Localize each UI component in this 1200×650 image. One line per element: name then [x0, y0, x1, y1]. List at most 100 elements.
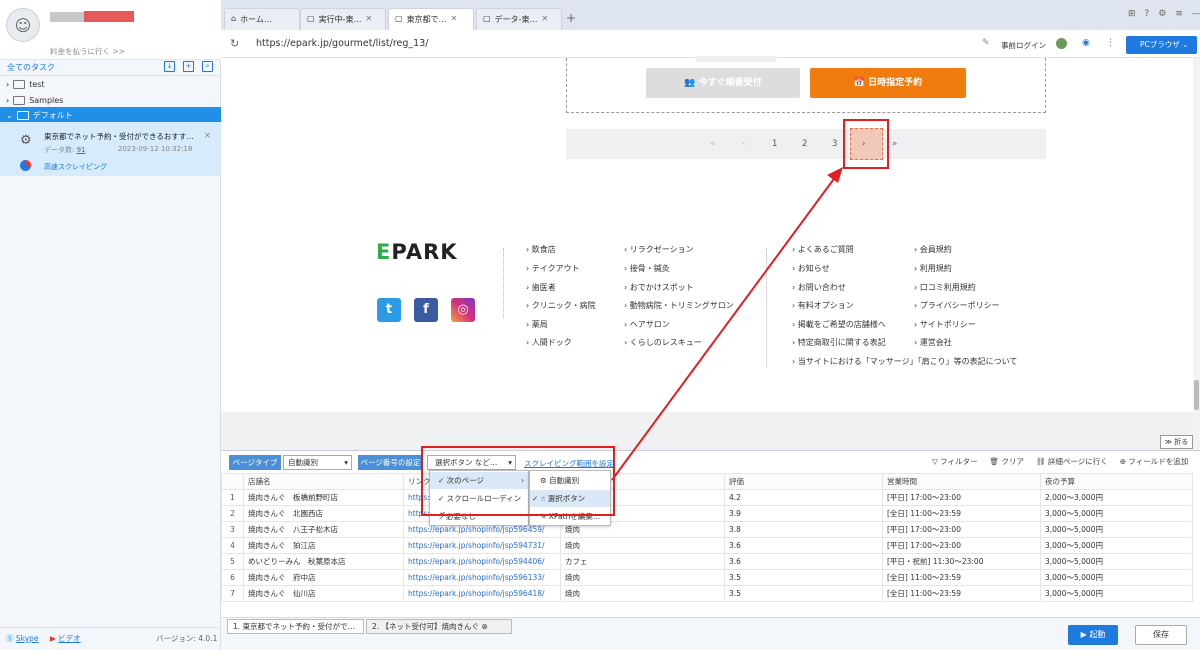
tree-item-default[interactable]: ⌄ デフォルト — [0, 107, 221, 123]
footer-link[interactable]: › クリニック・病院 — [526, 300, 596, 311]
footer-link[interactable]: › くらしのレスキュー — [624, 337, 702, 348]
add-field-button[interactable]: ⊕ フィールドを追加 — [1120, 456, 1189, 467]
extension-icon[interactable] — [1056, 38, 1067, 49]
pc-browser-select[interactable]: PCブラウザ ⌄ — [1126, 36, 1197, 54]
reserve-date-button[interactable]: 📅 日時指定予約 — [810, 68, 966, 98]
column-header[interactable]: 店舗名 — [243, 473, 404, 490]
reload-icon[interactable]: ↻ — [230, 37, 239, 50]
settings-icon[interactable]: ⚙ — [1158, 9, 1166, 19]
footer-link[interactable]: › テイクアウト — [526, 263, 580, 274]
close-icon[interactable]: ✕ — [365, 14, 372, 25]
page-type-select[interactable]: 自動識別 ▾ — [283, 455, 352, 470]
footer-link[interactable]: › お知らせ — [792, 263, 830, 274]
first-page-link[interactable]: « — [710, 139, 715, 149]
footer-link[interactable]: › 運営会社 — [914, 337, 952, 348]
close-icon[interactable]: ✕ — [541, 14, 548, 25]
footer-link[interactable]: › 有料オプション — [792, 300, 854, 311]
new-tab-icon[interactable]: + — [566, 11, 576, 25]
page-number-setting[interactable]: ページ番号の設定 — [358, 455, 423, 470]
footer-link[interactable]: › 飲食店 — [526, 244, 556, 255]
skype-link[interactable]: Ⓢ Skype — [6, 633, 39, 644]
footer-link[interactable]: › ヘアサロン — [624, 319, 670, 330]
data-count-link[interactable]: 91 — [77, 146, 86, 154]
page-link-2[interactable]: 2 — [802, 139, 807, 149]
gift-icon[interactable]: ⊞ — [1128, 9, 1136, 19]
last-page-link[interactable]: » — [892, 139, 897, 149]
facebook-icon[interactable]: f — [414, 298, 438, 322]
table-row[interactable]: 7 焼肉きんぐ 仙川店 https://epark.jp/shopinfo/jsp5… — [221, 585, 1193, 602]
edit-icon[interactable]: ✎ — [982, 38, 990, 48]
footer-link[interactable]: › 動物病院・トリミングサロン — [624, 300, 734, 311]
table-cell: https://epark.jp/shopinfo/jsp596418/ — [403, 585, 561, 602]
footer-link[interactable]: › 接骨・鍼灸 — [624, 263, 670, 274]
tab-running[interactable]: ▢ 実行中-東… ✕ — [300, 8, 386, 30]
column-header[interactable]: 夜の予算 — [1040, 473, 1193, 490]
table-row[interactable]: 4 焼肉きんぐ 狛江店 https://epark.jp/shopinfo/jsp5… — [221, 537, 1193, 554]
options-icon[interactable]: ⋮ — [1106, 38, 1115, 48]
search-task-icon[interactable]: ⌕ — [202, 61, 213, 72]
footer-link[interactable]: › 会員規約 — [914, 244, 952, 255]
footer-link[interactable]: › おでかけスポット — [624, 282, 694, 293]
tree-item-test[interactable]: › test — [0, 76, 221, 92]
pre-login-button[interactable]: 事前ログイン — [1001, 40, 1046, 51]
video-link[interactable]: ▶ ビデオ — [50, 633, 81, 644]
twitter-icon[interactable]: t — [377, 298, 401, 322]
start-button[interactable]: ▶ 起動 — [1068, 625, 1118, 645]
menu-icon[interactable]: ≡ — [1175, 9, 1183, 19]
footer-link[interactable]: › 歯医者 — [526, 282, 556, 293]
footer-link[interactable]: › お問い合わせ — [792, 282, 846, 293]
web-scrollbar-thumb[interactable] — [1194, 380, 1199, 410]
footer-link[interactable]: › 薬局 — [526, 319, 548, 330]
import-icon[interactable]: ↓ — [164, 61, 175, 72]
user-agent-icon[interactable]: ◉ — [1082, 38, 1090, 48]
save-button[interactable]: 保存 — [1135, 625, 1187, 645]
table-row[interactable]: 3 焼肉きんぐ 八王子松木店 https://epark.jp/shopinfo/j… — [221, 521, 1193, 538]
footer-link[interactable]: › よくあるご質問 — [792, 244, 854, 255]
column-header[interactable]: 営業時間 — [882, 473, 1041, 490]
new-task-icon[interactable]: + — [183, 61, 194, 72]
epark-logo[interactable]: EPARK — [376, 240, 458, 264]
page-link-1[interactable]: 1 — [772, 139, 777, 149]
clear-button[interactable]: 🗑 クリア — [990, 456, 1024, 467]
column-header[interactable]: 評価 — [724, 473, 883, 490]
task-title[interactable]: 東京都でネット予約・受付ができるおすす… — [44, 131, 194, 142]
pay-link[interactable]: 料金を払うに行く >> — [50, 46, 125, 57]
table-row[interactable]: 1焼肉きんぐ 板橋前野町店https://epark.jp/shopinfo/j… — [221, 489, 1193, 506]
tab-tokyo[interactable]: ▢ 東京都で… ✕ — [388, 8, 474, 30]
footer-link[interactable]: › 利用規約 — [914, 263, 952, 274]
close-icon[interactable]: ⊗ — [481, 622, 487, 631]
all-tasks-label[interactable]: 全てのタスク — [7, 62, 55, 73]
column-header[interactable] — [221, 473, 244, 490]
tree-item-samples[interactable]: › Samples — [0, 92, 221, 108]
filter-button[interactable]: ▽ フィルター — [932, 456, 978, 467]
footer-link[interactable]: › リラクゼーション — [624, 244, 694, 255]
instagram-icon[interactable]: ◎ — [451, 298, 475, 322]
footer-link[interactable]: › 当サイトにおける「マッサージ」「肩こり」等の表記について — [792, 356, 1017, 367]
table-cell: [平日] 17:00～23:00 — [882, 537, 1041, 554]
avatar[interactable]: ☺ — [6, 8, 40, 42]
table-row[interactable]: 5 めいどりーみん 秋葉原本店 https://epark.jp/shopinfo/… — [221, 553, 1193, 570]
prev-page-link[interactable]: ‹ — [742, 139, 745, 149]
result-tab-1[interactable]: 1. 東京都でネット予約・受付がで… — [227, 619, 364, 634]
fast-scrape-label[interactable]: 高速スクレイピング — [44, 162, 107, 172]
reserve-now-button[interactable]: 👥 今すぐ順番受付 — [646, 68, 800, 98]
footer-link[interactable]: › 口コミ利用規約 — [914, 282, 976, 293]
url-input[interactable]: https://epark.jp/gourmet/list/reg_13/ — [256, 38, 428, 49]
table-row[interactable]: 6 焼肉きんぐ 府中店 https://epark.jp/shopinfo/jsp5… — [221, 569, 1193, 586]
footer-link[interactable]: › 掲載をご希望の店舗様へ — [792, 319, 886, 330]
table-row[interactable]: 2焼肉きんぐ 北園西店https://epark.jp/shopinfo/jsp… — [221, 505, 1193, 522]
page-link-3[interactable]: 3 — [832, 139, 837, 149]
footer-link[interactable]: › 特定商取引に関する表記 — [792, 337, 886, 348]
collapse-button[interactable]: ≫ 折る — [1160, 435, 1193, 449]
detail-page-button[interactable]: ⛓ 詳細ページに行く — [1036, 456, 1108, 467]
tab-data[interactable]: ▢ データ-東… ✕ — [476, 8, 562, 30]
footer-link[interactable]: › サイトポリシー — [914, 319, 976, 330]
result-tab-2[interactable]: 2. 【ネット受付可】焼肉きんぐ ⊗ — [366, 619, 512, 634]
close-icon[interactable]: ✕ — [451, 14, 458, 25]
footer-link[interactable]: › 人間ドック — [526, 337, 572, 348]
footer-link[interactable]: › プライバシーポリシー — [914, 300, 1000, 311]
tab-home[interactable]: ⌂ ホーム… — [224, 8, 300, 30]
close-icon[interactable]: ✕ — [204, 131, 211, 140]
help-icon[interactable]: ? — [1145, 9, 1150, 19]
minimize-icon[interactable]: — — [1192, 9, 1200, 19]
